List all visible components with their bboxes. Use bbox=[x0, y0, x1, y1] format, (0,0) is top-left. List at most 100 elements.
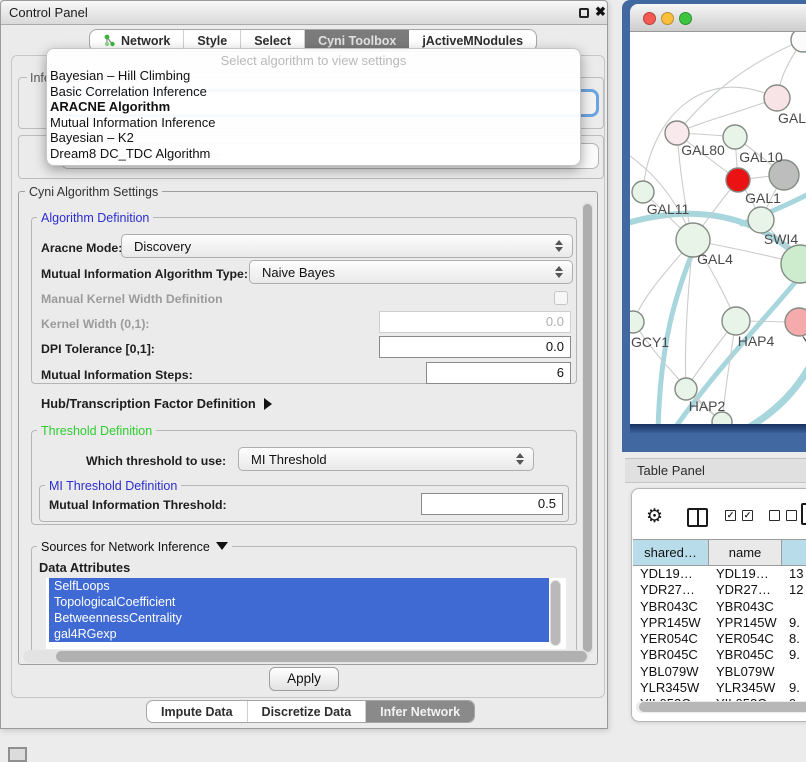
collapse-down-icon bbox=[216, 542, 228, 550]
node-label: SWI4 bbox=[764, 231, 798, 247]
apply-button[interactable]: Apply bbox=[269, 667, 339, 691]
table-cell: YLR345W bbox=[709, 680, 782, 696]
attribute-item[interactable]: BetweennessCentrality bbox=[49, 610, 549, 626]
network-node-node-big-green[interactable] bbox=[781, 245, 806, 283]
network-node-HAP2[interactable] bbox=[675, 378, 697, 400]
table-cell: 12 bbox=[782, 582, 806, 598]
algorithm-option[interactable]: Mutual Information Inference bbox=[47, 115, 580, 131]
column-header-A[interactable]: A bbox=[782, 540, 806, 565]
scrollbar-thumb[interactable] bbox=[583, 204, 592, 652]
combo-spinner-icon bbox=[551, 266, 567, 278]
table-row[interactable]: YBR043CYBR043C bbox=[633, 599, 806, 615]
close-icon[interactable]: ✖ bbox=[595, 4, 606, 20]
table-row[interactable]: YLR345WYLR345W9. bbox=[633, 680, 806, 696]
attribute-item[interactable]: gal4RGexp bbox=[49, 626, 549, 642]
node-label: GAL11 bbox=[647, 201, 690, 217]
hub-definition-toggle[interactable]: Hub/Transcription Factor Definition bbox=[41, 396, 272, 411]
dpi-tolerance-field[interactable]: 0.0 bbox=[379, 336, 571, 358]
control-panel-titlebar[interactable]: Control Panel ✖ bbox=[1, 1, 607, 25]
table-row[interactable]: YER054CYER054C8. bbox=[633, 631, 806, 647]
network-node-node-topright[interactable] bbox=[791, 32, 806, 52]
scrollbar-thumb[interactable] bbox=[56, 651, 587, 662]
algorithm-option[interactable]: Bayesian – Hill Climbing bbox=[47, 68, 580, 84]
attributes-scrollbar[interactable] bbox=[550, 580, 561, 646]
attribute-item[interactable]: TopologicalCoefficient bbox=[49, 594, 549, 610]
manual-kernel-width-checkbox[interactable] bbox=[554, 291, 568, 305]
network-node-GCY1[interactable] bbox=[630, 311, 644, 333]
algorithm-option[interactable]: ARACNE Algorithm bbox=[47, 99, 580, 115]
checked-box-icon[interactable]: ✓ bbox=[725, 510, 736, 521]
unchecked-box-icon[interactable] bbox=[786, 510, 797, 521]
float-window-icon[interactable] bbox=[579, 8, 589, 18]
network-view-window: GALGAL80GAL10GAL1GAL11SWI4GAL4GCY1HAP4YH… bbox=[622, 0, 806, 452]
close-traffic-light-icon[interactable] bbox=[643, 12, 656, 25]
table-row[interactable]: YDR27…YDR27…12 bbox=[633, 582, 806, 598]
table-row[interactable]: YDL19…YDL19…13 bbox=[633, 566, 806, 582]
settings-vertical-scrollbar[interactable] bbox=[582, 202, 593, 654]
table-body[interactable]: YDL19…YDL19…13YDR27…YDR27…12YBR043CYBR04… bbox=[633, 566, 806, 702]
table-header-row[interactable]: shared…nameA bbox=[633, 539, 806, 566]
mi-threshold-field[interactable]: 0.5 bbox=[421, 493, 563, 515]
table-row[interactable]: YBR045CYBR045C9. bbox=[633, 647, 806, 663]
zoom-traffic-light-icon[interactable] bbox=[679, 12, 692, 25]
column-header-name[interactable]: name bbox=[709, 540, 782, 565]
minimized-panel-icon[interactable] bbox=[8, 747, 27, 762]
algorithm-option[interactable]: Bayesian – K2 bbox=[47, 130, 580, 146]
scrollbar-thumb[interactable] bbox=[551, 581, 560, 645]
unchecked-box-icon[interactable] bbox=[769, 510, 780, 521]
manual-kernel-width-label: Manual Kernel Width Definition bbox=[41, 292, 223, 306]
attribute-item[interactable]: SelfLoops bbox=[49, 578, 549, 594]
mi-algorithm-type-combo[interactable]: Naive Bayes bbox=[249, 260, 573, 284]
settings-horizontal-scrollbar[interactable] bbox=[23, 650, 589, 663]
table-cell: YDL19… bbox=[709, 566, 782, 582]
network-node-node-salmon[interactable] bbox=[785, 308, 806, 336]
node-label: HAP2 bbox=[689, 398, 726, 414]
which-threshold-combo[interactable]: MI Threshold bbox=[238, 447, 534, 471]
network-node-GAL10[interactable] bbox=[723, 125, 747, 149]
network-window-shadow bbox=[630, 424, 806, 433]
table-horizontal-scrollbar[interactable] bbox=[636, 701, 806, 713]
mi-algorithm-type-label: Mutual Information Algorithm Type: bbox=[41, 267, 248, 281]
algorithm-option[interactable]: Basic Correlation Inference bbox=[47, 84, 580, 100]
table-row[interactable]: YBL079WYBL079W bbox=[633, 664, 806, 680]
tab-discretize-data[interactable]: Discretize Data bbox=[248, 701, 367, 722]
tab-infer-network[interactable]: Infer Network bbox=[366, 701, 474, 722]
scrollbar-thumb[interactable] bbox=[639, 702, 806, 712]
column-header-shared[interactable]: shared… bbox=[633, 540, 709, 565]
gear-icon[interactable]: ⚙ bbox=[646, 505, 663, 528]
table-cell: YBR045C bbox=[709, 647, 782, 663]
mi-threshold-label: Mutual Information Threshold: bbox=[49, 498, 227, 512]
node-label: HAP4 bbox=[738, 333, 775, 349]
table-cell: 13 bbox=[782, 566, 806, 582]
split-columns-icon[interactable] bbox=[687, 508, 708, 527]
table-row[interactable]: YPR145WYPR145W9. bbox=[633, 615, 806, 631]
network-icon bbox=[103, 34, 116, 47]
document-icon[interactable] bbox=[801, 503, 806, 525]
table-cell: YBL079W bbox=[633, 664, 709, 680]
network-node-SWI4[interactable] bbox=[748, 207, 774, 233]
table-panel-bar[interactable]: Table Panel bbox=[625, 458, 806, 483]
table-cell: YBL079W bbox=[709, 664, 782, 680]
network-node-node-pink-upper[interactable] bbox=[764, 85, 790, 111]
control-panel-window: Control Panel ✖ NetworkStyleSelectCyni T… bbox=[0, 0, 608, 729]
network-node-GAL11[interactable] bbox=[632, 181, 654, 203]
kernel-width-field[interactable]: 0.0 bbox=[379, 311, 571, 333]
aracne-mode-combo[interactable]: Discovery bbox=[121, 234, 573, 258]
expand-right-icon bbox=[264, 398, 272, 410]
table-panel-title: Table Panel bbox=[637, 463, 705, 478]
network-node-HAP4[interactable] bbox=[722, 307, 750, 335]
network-window-titlebar[interactable] bbox=[630, 4, 806, 32]
minimize-traffic-light-icon[interactable] bbox=[661, 12, 674, 25]
tab-impute-data[interactable]: Impute Data bbox=[147, 701, 248, 722]
table-cell: YPR145W bbox=[633, 615, 709, 631]
mi-steps-field[interactable]: 6 bbox=[426, 362, 571, 384]
algorithm-option[interactable]: Dream8 DC_TDC Algorithm bbox=[47, 146, 580, 162]
aracne-mode-value: Discovery bbox=[122, 239, 551, 254]
kernel-width-label: Kernel Width (0,1): bbox=[41, 317, 150, 331]
node-label: GAL bbox=[778, 110, 806, 126]
network-node-GAL1[interactable] bbox=[726, 168, 750, 192]
checked-box-icon[interactable]: ✓ bbox=[742, 510, 753, 521]
data-attributes-list[interactable]: SelfLoopsTopologicalCoefficientBetweenne… bbox=[46, 578, 566, 649]
sources-title-toggle[interactable]: Sources for Network Inference bbox=[37, 540, 232, 554]
network-canvas[interactable]: GALGAL80GAL10GAL1GAL11SWI4GAL4GCY1HAP4YH… bbox=[630, 32, 806, 424]
